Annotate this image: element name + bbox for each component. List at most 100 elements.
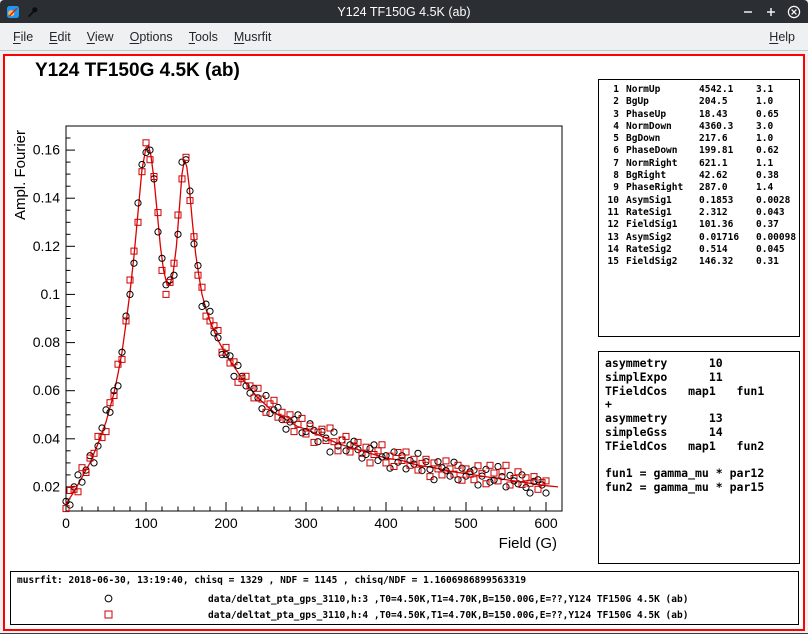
y-axis <box>66 126 75 511</box>
param-index: 12 <box>602 219 619 231</box>
window-title: Y124 TF150G 4.5K (ab) <box>0 5 808 19</box>
x-axis-title: Field (G) <box>499 535 557 552</box>
param-value: 18.43 <box>699 109 756 121</box>
param-index: 10 <box>602 195 619 207</box>
menu-tools[interactable]: Tools <box>181 25 226 49</box>
param-value: 0.1853 <box>699 195 756 207</box>
svg-text:200: 200 <box>214 515 238 531</box>
theory-line: TFieldCos map1 fun2 <box>605 440 799 454</box>
pin-icon[interactable] <box>26 5 40 19</box>
param-row: 13 AsymSig20.017160.00098 <box>602 232 799 244</box>
param-index: 14 <box>602 244 619 256</box>
param-value: 621.1 <box>699 158 756 170</box>
theory-line: asymmetry 13 <box>605 412 799 426</box>
root-canvas[interactable]: Y124 TF150G 4.5K (ab) 010020030040050060… <box>3 54 805 631</box>
param-index: 15 <box>602 256 619 268</box>
menu-file[interactable]: File <box>5 25 41 49</box>
param-index: 6 <box>602 145 619 157</box>
param-index: 2 <box>602 96 619 108</box>
param-index: 8 <box>602 170 619 182</box>
menu-view[interactable]: View <box>79 25 122 49</box>
param-value: 4360.3 <box>699 121 756 133</box>
param-error: 0.00098 <box>756 232 799 244</box>
theory-line: simplExpo 11 <box>605 371 799 385</box>
svg-text:300: 300 <box>294 515 318 531</box>
param-error: 3.1 <box>756 84 799 96</box>
param-name: RateSig1 <box>626 207 699 219</box>
param-value: 101.36 <box>699 219 756 231</box>
param-error: 1.4 <box>756 182 799 194</box>
menu-musrfit[interactable]: Musrfit <box>226 25 280 49</box>
param-index: 11 <box>602 207 619 219</box>
titlebar-right-icons <box>741 0 801 23</box>
param-row: 4NormDown4360.33.0 <box>602 121 799 133</box>
legend-label: data/deltat_pta_gps_3110,h:3 ,T0=4.50K,T… <box>208 594 688 605</box>
param-row: 2BgUp204.51.0 <box>602 96 799 108</box>
menu-options[interactable]: Options <box>122 25 181 49</box>
param-name: BgUp <box>626 96 699 108</box>
fit-info-line: musrfit: 2018-06-30, 13:19:40, chisq = 1… <box>17 575 526 586</box>
param-row: 14RateSig20.5140.045 <box>602 244 799 256</box>
theory-line: TFieldCos map1 fun1 <box>605 385 799 399</box>
param-row: 11RateSig12.3120.043 <box>602 207 799 219</box>
svg-text:500: 500 <box>454 515 478 531</box>
param-index: 3 <box>602 109 619 121</box>
param-name: AsymSig2 <box>626 232 699 244</box>
svg-text:0.12: 0.12 <box>33 238 60 254</box>
legend-marker-open-circle <box>103 593 114 604</box>
param-name: AsymSig1 <box>626 195 699 207</box>
fit-parameter-table[interactable]: 1NormUp4542.13.12BgUp204.51.03PhaseUp18.… <box>598 79 800 337</box>
legend-row: data/deltat_pta_gps_3110,h:4 ,T0=4.50K,T… <box>11 608 798 623</box>
param-index: 4 <box>602 121 619 133</box>
param-value: 217.6 <box>699 133 756 145</box>
param-row: 12FieldSig1101.360.37 <box>602 219 799 231</box>
param-error: 0.045 <box>756 244 799 256</box>
series-open-circle <box>63 147 549 508</box>
titlebar-left-icons <box>6 0 40 23</box>
param-error: 0.043 <box>756 207 799 219</box>
theory-line: fun1 = gamma_mu * par12 <box>605 467 799 481</box>
param-error: 0.37 <box>756 219 799 231</box>
param-error: 1.1 <box>756 158 799 170</box>
titlebar[interactable]: Y124 TF150G 4.5K (ab) <box>0 0 808 23</box>
canvas-area: Y124 TF150G 4.5K (ab) 010020030040050060… <box>0 51 808 634</box>
param-index: 1 <box>602 84 619 96</box>
theory-line: asymmetry 10 <box>605 357 799 371</box>
application-window: Y124 TF150G 4.5K (ab) FileEditViewOption… <box>0 0 808 633</box>
param-value: 146.32 <box>699 256 756 268</box>
param-name: PhaseUp <box>626 109 699 121</box>
param-name: PhaseDown <box>626 145 699 157</box>
close-icon[interactable] <box>787 5 801 19</box>
app-icon[interactable] <box>6 5 20 19</box>
svg-text:400: 400 <box>374 515 398 531</box>
param-index: 13 <box>602 232 619 244</box>
menu-help[interactable]: Help <box>761 25 803 49</box>
param-row: 9PhaseRight287.01.4 <box>602 182 799 194</box>
param-name: BgDown <box>626 133 699 145</box>
series-open-square <box>63 140 549 512</box>
svg-text:0.08: 0.08 <box>33 334 60 350</box>
svg-text:0.14: 0.14 <box>33 190 60 206</box>
param-error: 1.0 <box>756 133 799 145</box>
param-value: 4542.1 <box>699 84 756 96</box>
param-name: NormDown <box>626 121 699 133</box>
svg-text:0.04: 0.04 <box>33 430 60 446</box>
y-axis-title: Ampl. Fourier <box>12 130 29 220</box>
param-value: 0.514 <box>699 244 756 256</box>
minimize-icon[interactable] <box>741 5 755 19</box>
param-row: 1 NormUp4542.13.1 <box>602 84 799 96</box>
param-row: 3 PhaseUp18.430.65 <box>602 109 799 121</box>
param-row: 5BgDown217.61.0 <box>602 133 799 145</box>
theory-function-box[interactable]: asymmetry 10simplExpo 11TFieldCos map1 f… <box>598 351 800 564</box>
menu-left: FileEditViewOptionsToolsMusrfit <box>5 25 279 49</box>
param-name: NormUp <box>626 84 699 96</box>
param-value: 287.0 <box>699 182 756 194</box>
param-value: 199.81 <box>699 145 756 157</box>
maximize-icon[interactable] <box>764 5 778 19</box>
param-value: 0.01716 <box>699 232 756 244</box>
fit-info-legend-box[interactable]: musrfit: 2018-06-30, 13:19:40, chisq = 1… <box>10 571 799 625</box>
param-row: 8BgRight42.620.38 <box>602 170 799 182</box>
param-row: 15FieldSig2146.320.31 <box>602 256 799 268</box>
menu-edit[interactable]: Edit <box>41 25 79 49</box>
param-error: 0.65 <box>756 109 799 121</box>
